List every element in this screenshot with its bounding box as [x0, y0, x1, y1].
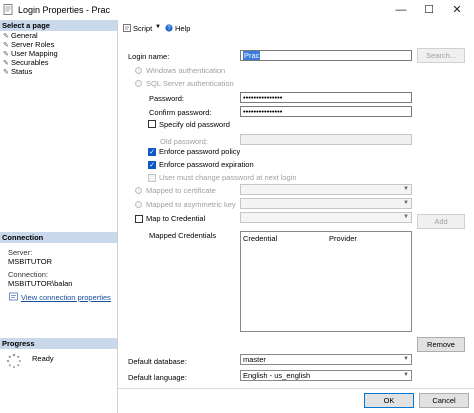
old-password-field[interactable]: [240, 134, 412, 145]
windows-auth-label: Windows authentication: [146, 66, 226, 75]
credential-combo[interactable]: ▼: [240, 212, 412, 223]
page-item-user-mapping[interactable]: ✎ User Mapping: [3, 49, 58, 58]
confirm-password-field[interactable]: •••••••••••••••: [240, 106, 412, 117]
page-item-securables[interactable]: ✎ Securables: [3, 58, 49, 67]
login-name-value: Prac: [243, 51, 261, 60]
search-button[interactable]: Search...: [417, 48, 465, 63]
default-database-combo[interactable]: master ▼: [240, 354, 412, 365]
cancel-button[interactable]: Cancel: [419, 393, 469, 408]
page-item-label: General: [11, 31, 38, 40]
connection-value: MSBITUTOR\balan: [8, 279, 73, 288]
help-icon: ?: [165, 24, 173, 32]
mapped-key-radio[interactable]: [135, 201, 142, 208]
login-name-input[interactable]: Prac: [240, 50, 412, 61]
connection-label: Connection:: [8, 270, 49, 279]
wrench-icon: ✎: [3, 69, 9, 76]
chevron-down-icon[interactable]: ▼: [155, 24, 161, 30]
default-database-label: Default database:: [128, 357, 187, 366]
mapped-cert-combo[interactable]: ▼: [240, 184, 412, 195]
mapped-key-label: Mapped to asymmetric key: [146, 200, 236, 209]
progress-status: Ready: [32, 354, 54, 363]
script-icon: [123, 24, 131, 32]
windows-auth-radio[interactable]: [135, 67, 142, 74]
specify-old-password-checkbox[interactable]: [148, 120, 156, 128]
server-label: Server:: [8, 248, 33, 257]
enforce-expiration-label: Enforce password expiration: [159, 160, 254, 169]
page-item-label: User Mapping: [11, 49, 58, 58]
window-title: Login Properties - Prac: [18, 5, 111, 15]
connection-header: Connection: [0, 232, 117, 243]
enforce-policy-label: Enforce password policy: [159, 147, 241, 156]
page-item-general[interactable]: ✎ General: [3, 31, 38, 40]
server-value: MSBITUTOR: [8, 257, 53, 266]
chevron-down-icon: ▼: [403, 372, 409, 378]
mapped-key-combo[interactable]: ▼: [240, 198, 412, 209]
chevron-down-icon: ▼: [403, 186, 409, 192]
must-change-checkbox[interactable]: [148, 174, 156, 182]
maximize-button[interactable]: ☐: [416, 2, 442, 18]
mapped-cert-label: Mapped to certificate: [146, 186, 216, 195]
ok-button[interactable]: OK: [364, 393, 414, 408]
sql-auth-label: SQL Server authentication: [146, 79, 234, 88]
progress-header: Progress: [0, 338, 117, 349]
toolbar: Script ▼ ? Help: [118, 20, 474, 36]
minimize-button[interactable]: —: [388, 2, 414, 18]
default-database-value: master: [243, 355, 266, 364]
map-credential-label: Map to Credential: [146, 214, 206, 223]
confirm-password-label: Confirm password:: [149, 108, 212, 117]
view-connection-properties-link[interactable]: View connection properties: [21, 293, 111, 302]
page-item-label: Status: [11, 67, 33, 76]
title-bar: Login Properties - Prac — ☐ ✕: [0, 0, 474, 20]
page-item-label: Securables: [11, 58, 49, 67]
properties-icon: [9, 292, 18, 301]
page-item-label: Server Roles: [11, 40, 55, 49]
mapped-credentials-label: Mapped Credentials: [149, 231, 217, 240]
mapped-cert-radio[interactable]: [135, 187, 142, 194]
add-button[interactable]: Add: [417, 214, 465, 229]
must-change-label: User must change password at next login: [159, 173, 297, 182]
app-icon: [3, 4, 13, 15]
left-pane: Select a page ✎ General ✎ Server Roles ✎ Us…: [0, 20, 118, 413]
password-label: Password:: [149, 94, 185, 103]
specify-old-password-label: Specify old password: [159, 120, 230, 129]
remove-button[interactable]: Remove: [417, 337, 465, 352]
column-header-credential: Credential: [243, 234, 278, 243]
page-item-server-roles[interactable]: ✎ Server Roles: [3, 40, 54, 49]
select-page-header: Select a page: [0, 20, 117, 31]
default-language-label: Default language:: [128, 373, 187, 382]
map-credential-checkbox[interactable]: [135, 215, 143, 223]
page-item-status[interactable]: ✎ Status: [3, 67, 32, 76]
login-name-label: Login name:: [128, 52, 170, 61]
mapped-credentials-grid[interactable]: Credential Provider: [240, 231, 412, 332]
help-button[interactable]: Help: [175, 24, 190, 33]
sql-auth-radio[interactable]: [135, 80, 142, 87]
enforce-expiration-checkbox[interactable]: ✓: [148, 161, 156, 169]
progress-spinner-icon: [6, 353, 21, 368]
close-button[interactable]: ✕: [444, 2, 470, 18]
chevron-down-icon: ▼: [403, 214, 409, 220]
default-language-combo[interactable]: English - us_english ▼: [240, 370, 412, 381]
enforce-policy-checkbox[interactable]: ✓: [148, 148, 156, 156]
old-password-label: Old password:: [160, 137, 208, 146]
chevron-down-icon: ▼: [403, 356, 409, 362]
footer-divider: [118, 388, 474, 389]
chevron-down-icon: ▼: [403, 200, 409, 206]
column-header-provider: Provider: [329, 234, 357, 243]
password-field[interactable]: •••••••••••••••: [240, 92, 412, 103]
default-language-value: English - us_english: [243, 371, 311, 380]
script-button[interactable]: Script: [133, 24, 152, 33]
